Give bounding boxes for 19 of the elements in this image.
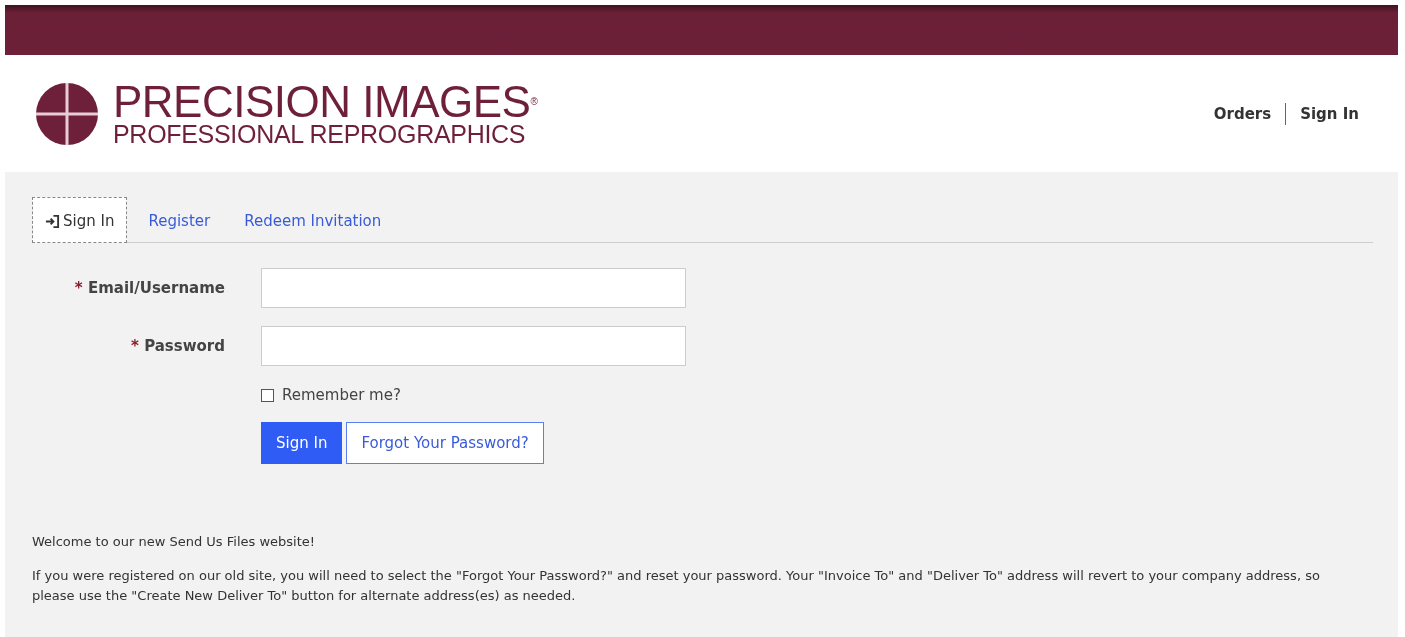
field-label: * Email/Username <box>74 279 225 297</box>
checkbox[interactable] <box>261 388 274 402</box>
input-field[interactable] <box>261 268 686 308</box>
nav-link[interactable]: Orders <box>1199 104 1286 123</box>
logo-icon <box>35 81 99 146</box>
tab[interactable]: Register <box>135 197 224 243</box>
forgot-password-button[interactable]: Forgot Your Password? <box>346 422 544 464</box>
sign-in-icon <box>45 213 60 229</box>
input-field[interactable] <box>261 326 686 366</box>
logo-subtitle: PROFESSIONAL REPROGRAPHICS <box>113 121 527 146</box>
tab[interactable]: Redeem Invitation <box>231 197 395 243</box>
sign-in-button[interactable]: Sign In <box>261 422 343 464</box>
info-text: Welcome to our new Send Us Files website! <box>32 533 316 551</box>
tab[interactable]: Sign In <box>32 197 128 243</box>
info-text: If you were registered on our old site, you will need to select the "Forgot Your Password?" and reset your password. Your "Invoice To" and "Deliver To" address will revert to your company address, so please use the "Create New Deliver To" button for alternate address(es) as needed. <box>32 567 1321 605</box>
field-label: * Password <box>131 337 225 355</box>
checkbox-label: Remember me? <box>282 386 401 404</box>
logo-title: PRECISION IMAGES$^{®}$ <box>113 81 538 122</box>
nav-link[interactable]: Sign In <box>1286 104 1373 123</box>
